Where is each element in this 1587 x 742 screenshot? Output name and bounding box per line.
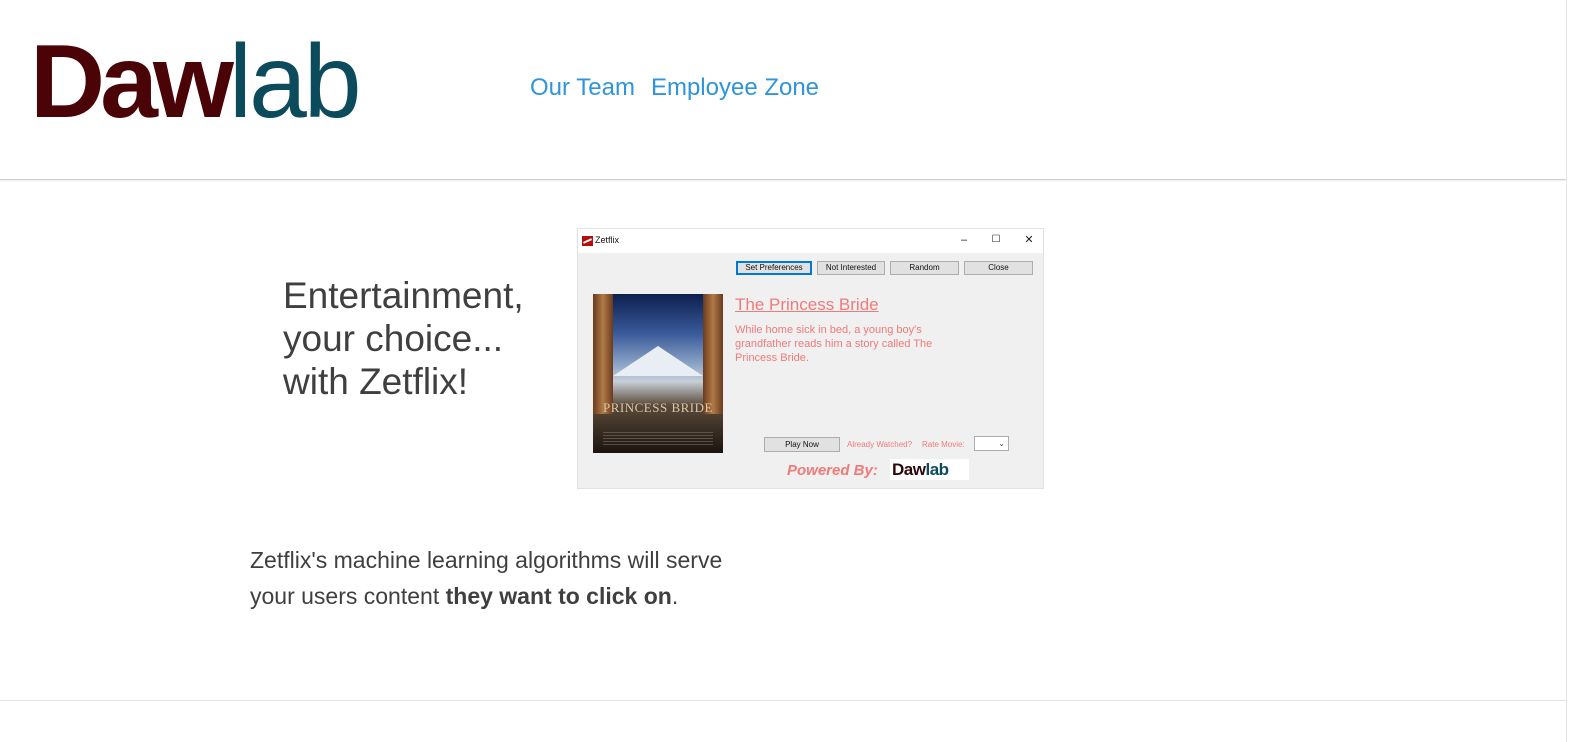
zetflix-app-icon bbox=[582, 236, 593, 246]
chevron-down-icon: ⌄ bbox=[998, 439, 1005, 448]
footer-divider bbox=[0, 700, 1566, 701]
poster-credits bbox=[603, 432, 713, 446]
site-header: Dawlab Our Team Employee Zone bbox=[0, 0, 1566, 180]
powered-by-label: Powered By: bbox=[787, 462, 878, 479]
app-window-title: Zetflix bbox=[595, 235, 620, 245]
zetflix-app-screenshot: Zetflix – ☐ ✕ Set Preferences Not Intere… bbox=[577, 228, 1044, 489]
close-icon[interactable]: ✕ bbox=[1021, 232, 1037, 248]
random-button[interactable]: Random bbox=[890, 261, 959, 275]
movie-title-link[interactable]: The Princess Bride bbox=[735, 295, 879, 315]
set-preferences-button[interactable]: Set Preferences bbox=[736, 261, 812, 275]
poster-pillar-left bbox=[593, 294, 613, 414]
tagline-line-1: Entertainment, bbox=[283, 275, 524, 316]
poster-mountain bbox=[613, 346, 703, 376]
nav-link-our-team[interactable]: Our Team bbox=[530, 74, 635, 102]
play-now-button[interactable]: Play Now bbox=[764, 437, 840, 452]
mini-logo-part-lab: lab bbox=[925, 460, 949, 479]
logo-part-lab: lab bbox=[228, 24, 362, 140]
minimize-icon[interactable]: – bbox=[956, 232, 972, 248]
tagline-line-3: with Zetflix! bbox=[283, 361, 469, 402]
rate-movie-label: Rate Movie: bbox=[922, 440, 965, 449]
app-titlebar: Zetflix – ☐ ✕ bbox=[578, 229, 1043, 253]
rate-movie-select[interactable]: ⌄ bbox=[974, 436, 1009, 451]
tagline-line-2: your choice... bbox=[283, 318, 504, 359]
blurb-text-end: . bbox=[671, 583, 679, 609]
page-right-border bbox=[1566, 0, 1567, 742]
zetflix-blurb: Zetflix's machine learning algorithms wi… bbox=[250, 542, 770, 614]
main-nav: Our Team Employee Zone bbox=[530, 74, 819, 102]
movie-poster: PRINCESS BRIDE bbox=[593, 294, 723, 453]
already-watched-label[interactable]: Already Watched? bbox=[847, 440, 912, 449]
nav-link-employee-zone[interactable]: Employee Zone bbox=[651, 74, 819, 102]
movie-description: While home sick in bed, a young boy's gr… bbox=[735, 324, 933, 364]
maximize-icon[interactable]: ☐ bbox=[988, 232, 1004, 248]
not-interested-button[interactable]: Not Interested bbox=[817, 261, 885, 275]
powered-by-logo: Dawlab bbox=[890, 459, 969, 480]
mini-logo-part-daw: Daw bbox=[892, 460, 926, 479]
poster-title-text: PRINCESS BRIDE bbox=[603, 400, 713, 415]
blurb-emphasis: they want to click on bbox=[445, 583, 672, 609]
close-button[interactable]: Close bbox=[964, 261, 1033, 275]
dawlab-logo[interactable]: Dawlab bbox=[30, 30, 362, 134]
hero-tagline: Entertainment, your choice... with Zetfl… bbox=[283, 274, 524, 403]
poster-pillar-right bbox=[703, 294, 723, 414]
logo-part-daw: Daw bbox=[30, 24, 234, 140]
